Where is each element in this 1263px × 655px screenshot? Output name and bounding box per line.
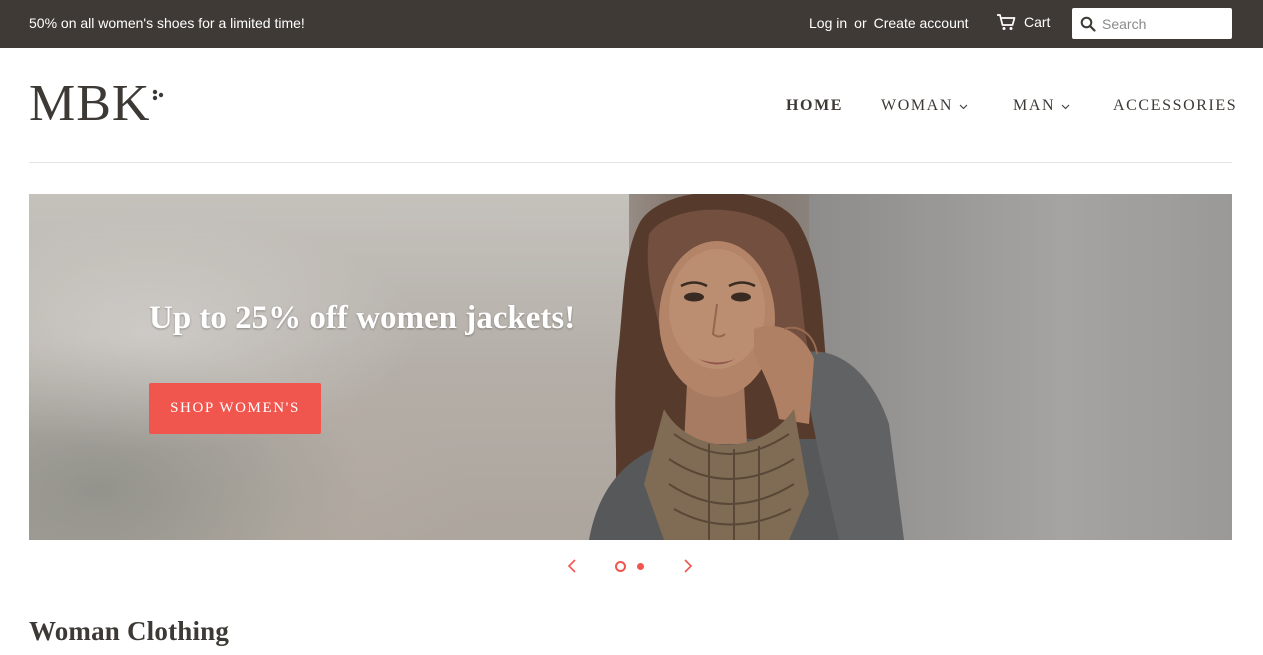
login-link[interactable]: Log in [809,15,847,31]
slide-dot-2[interactable] [637,563,644,570]
nav-item-label: ACCESSORIES [1113,97,1238,114]
search-icon[interactable] [1080,16,1096,32]
nav-item-woman[interactable]: WOMAN [881,97,968,115]
nav-item-label: WOMAN [881,97,953,114]
create-account-link[interactable]: Create account [874,15,969,31]
or-label: or [854,15,867,31]
nav-item-label: HOME [786,97,844,114]
slide-dot-1[interactable] [615,561,626,572]
nav-item-label: MAN [1013,97,1056,114]
nav-item-man[interactable]: MAN [1013,97,1070,115]
hero-slideshow: Up to 25% off women jackets! SHOP WOMEN'… [29,194,1232,540]
chevron-down-icon [959,104,968,110]
hero-headline: Up to 25% off women jackets! [149,300,576,336]
account-links: Log in or Create account [809,15,969,31]
hero-overlay [29,194,1232,540]
search-input[interactable] [1102,15,1222,32]
chevron-down-icon [1061,104,1070,110]
shop-womens-button[interactable]: SHOP WOMEN'S [149,383,321,434]
cart-link[interactable]: Cart [996,13,1050,31]
header-divider [29,162,1232,163]
cart-label: Cart [1024,14,1051,30]
chevron-left-icon[interactable] [567,558,577,574]
cart-icon [997,14,1016,30]
nav-item-home[interactable]: HOME [786,97,843,115]
announcement-text: 50% on all women's shoes for a limited t… [29,15,305,31]
main-nav: HOME WOMAN MAN ACCESSORIES [0,97,1263,117]
section-title: Woman Clothing [29,616,230,646]
chevron-right-icon[interactable] [683,558,693,574]
nav-item-accessories[interactable]: ACCESSORIES [1113,97,1237,115]
slider-controls [0,556,1263,576]
search-box[interactable] [1072,8,1232,39]
announcement-bar: 50% on all women's shoes for a limited t… [0,0,1263,48]
